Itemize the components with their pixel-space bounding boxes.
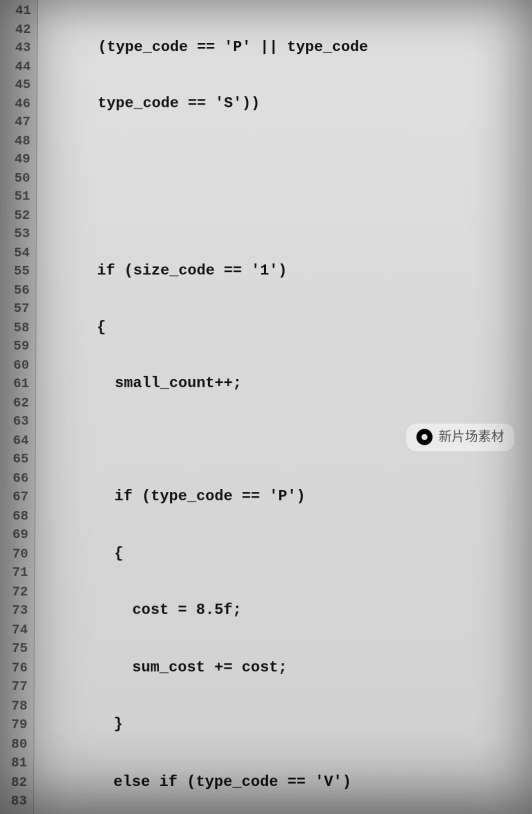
line-number: 80 [0, 735, 27, 754]
line-number: 64 [0, 431, 29, 450]
line-number: 76 [0, 659, 28, 678]
line-number: 81 [0, 754, 27, 773]
line-number: 70 [0, 545, 28, 564]
line-number: 78 [0, 697, 27, 716]
line-number: 82 [0, 773, 27, 792]
watermark: 新片场素材 [406, 424, 514, 451]
code-line: if (type_code == 'P') [42, 488, 532, 507]
line-number: 72 [0, 583, 28, 602]
line-number: 63 [0, 413, 29, 432]
code-line: } [40, 716, 532, 735]
line-number: 45 [0, 76, 31, 95]
code-line: (type_code == 'P' || type_code [44, 39, 532, 58]
code-line [43, 206, 532, 225]
line-number: 73 [0, 602, 28, 621]
line-number: 62 [0, 394, 29, 413]
code-line: type_code == 'S')) [43, 95, 532, 114]
line-number: 47 [0, 113, 30, 132]
line-number: 77 [0, 678, 28, 697]
code-line: if (size_code == '1') [43, 262, 532, 281]
line-number: 61 [0, 375, 29, 394]
code-line: { [41, 545, 532, 564]
line-number: 60 [0, 356, 29, 375]
line-number: 55 [0, 262, 30, 281]
code-editor: 4142434445464748495051525354555657585960… [0, 0, 532, 814]
line-number: 51 [0, 188, 30, 207]
line-number: 71 [0, 564, 28, 583]
line-number: 41 [0, 2, 31, 21]
code-line: cost = 8.5f; [41, 602, 532, 621]
line-number: 52 [0, 206, 30, 225]
watermark-logo-icon [416, 429, 432, 445]
line-number: 69 [0, 526, 28, 545]
code-line: small_count++; [42, 375, 532, 394]
line-number: 48 [0, 132, 30, 151]
line-number: 58 [0, 319, 29, 338]
line-number: 56 [0, 281, 30, 300]
line-number: 66 [0, 469, 29, 488]
line-number: 68 [0, 507, 28, 526]
code-line: sum_cost += cost; [41, 659, 532, 678]
line-number: 53 [0, 225, 30, 244]
line-number-gutter: 4142434445464748495051525354555657585960… [0, 0, 38, 814]
line-number: 42 [0, 21, 31, 40]
line-number: 67 [0, 488, 28, 507]
line-number: 46 [0, 95, 31, 114]
line-number: 65 [0, 450, 29, 469]
line-number: 79 [0, 716, 27, 735]
line-number: 54 [0, 244, 30, 263]
code-line: { [42, 319, 532, 338]
watermark-text: 新片场素材 [439, 428, 505, 447]
code-line [43, 150, 532, 169]
line-number: 59 [0, 337, 29, 356]
line-number: 50 [0, 169, 30, 188]
line-number: 74 [0, 621, 28, 640]
line-number: 83 [0, 792, 27, 811]
line-number: 43 [0, 39, 31, 58]
code-line: else if (type_code == 'V') [40, 773, 532, 792]
code-area[interactable]: (type_code == 'P' || type_code type_code… [34, 0, 532, 814]
line-number: 49 [0, 150, 30, 169]
line-number: 57 [0, 300, 29, 319]
line-number: 44 [0, 58, 31, 77]
line-number: 75 [0, 640, 28, 659]
